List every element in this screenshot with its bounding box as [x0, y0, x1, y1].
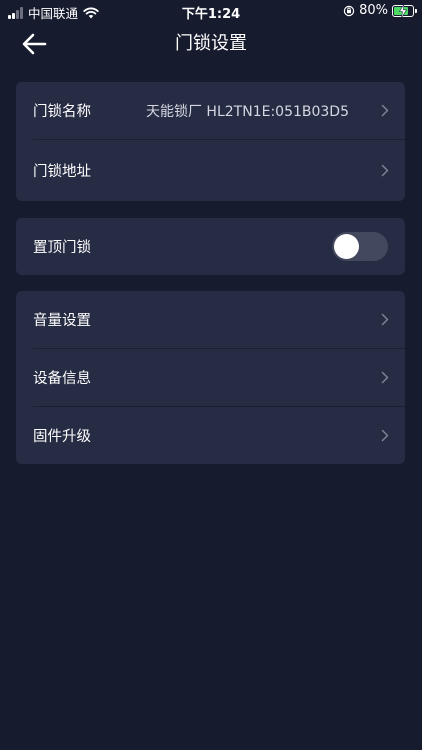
battery-icon	[392, 3, 417, 18]
lock-name-label: 门锁名称	[33, 104, 91, 120]
device-info-row[interactable]: 设备信息	[16, 349, 405, 406]
firmware-upgrade-label: 固件升级	[33, 429, 91, 445]
firmware-upgrade-row[interactable]: 固件升级	[16, 407, 405, 464]
chevron-right-icon	[381, 104, 389, 117]
pin-lock-row: 置顶门锁	[16, 218, 405, 275]
lock-address-row[interactable]: 门锁地址	[16, 140, 405, 201]
battery-percent: 80%	[359, 3, 388, 18]
status-bar: 中国联通 下午1:24 80%	[0, 0, 422, 22]
lock-name-value: 天能锁厂 HL2TN1E:051B03D5	[145, 103, 349, 120]
page-title: 门锁设置	[175, 33, 247, 54]
chevron-right-icon	[381, 429, 389, 442]
device-info-label: 设备信息	[33, 371, 91, 387]
settings-card: 音量设置 设备信息 固件升级	[16, 291, 405, 464]
lock-info-card: 门锁名称 天能锁厂 HL2TN1E:051B03D5 门锁地址	[16, 82, 405, 201]
pin-lock-card: 置顶门锁	[16, 218, 405, 275]
lock-name-row[interactable]: 门锁名称 天能锁厂 HL2TN1E:051B03D5	[16, 82, 405, 139]
rotation-lock-icon	[343, 5, 355, 16]
status-right: 80%	[343, 3, 417, 18]
chevron-right-icon	[381, 313, 389, 326]
toggle-knob	[334, 234, 359, 259]
back-arrow-icon[interactable]	[18, 30, 50, 58]
pin-lock-label: 置顶门锁	[33, 240, 91, 256]
volume-settings-label: 音量设置	[33, 313, 91, 329]
lock-address-label: 门锁地址	[33, 164, 91, 180]
volume-settings-row[interactable]: 音量设置	[16, 291, 405, 348]
nav-bar: 门锁设置	[0, 22, 422, 66]
chevron-right-icon	[381, 371, 389, 384]
pin-lock-toggle[interactable]	[332, 232, 388, 261]
chevron-right-icon	[381, 164, 389, 177]
